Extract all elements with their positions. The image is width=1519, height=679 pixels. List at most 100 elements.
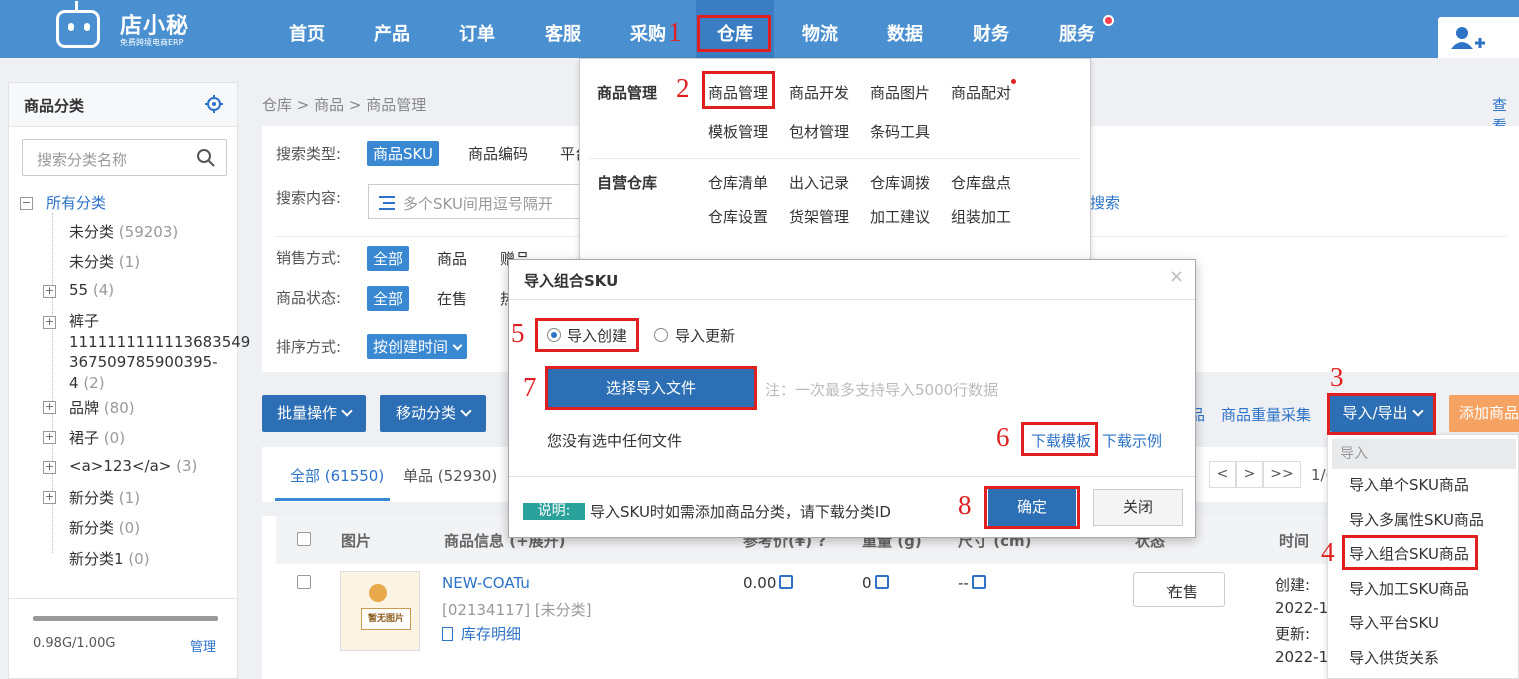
select-all-checkbox[interactable] xyxy=(297,532,311,546)
tree-item[interactable]: 新分类 (1) xyxy=(69,487,140,508)
size-cell: -- xyxy=(958,574,986,592)
pager-next[interactable]: > xyxy=(1236,461,1263,488)
weight-collect-link[interactable]: 商品重量采集 xyxy=(1221,404,1311,425)
nav-home[interactable]: 首页 xyxy=(270,0,344,58)
menu-warehouse-list[interactable]: 仓库清单 xyxy=(708,172,768,193)
expand-icon[interactable]: + xyxy=(43,401,56,414)
nav-orders[interactable]: 订单 xyxy=(440,0,514,58)
row-checkbox[interactable] xyxy=(297,575,311,589)
import-single-sku[interactable]: 导入单个SKU商品 xyxy=(1349,474,1469,495)
expand-icon[interactable]: + xyxy=(43,431,56,444)
radio-import-update[interactable] xyxy=(654,328,668,342)
sale-all[interactable]: 全部 xyxy=(367,246,410,271)
expand-icon[interactable]: + xyxy=(43,461,56,474)
created-label: 创建: xyxy=(1275,576,1311,594)
tree-item[interactable]: 55 (4) xyxy=(69,281,114,299)
tree-item[interactable]: 未分类 (1) xyxy=(69,251,140,272)
tab-active-indicator xyxy=(275,498,390,501)
menu-assembly[interactable]: 组装加工 xyxy=(951,206,1011,227)
menu-product-images[interactable]: 商品图片 xyxy=(870,82,930,103)
expand-icon[interactable]: + xyxy=(43,285,56,298)
logo[interactable]: 店小秘 免费跨境电商ERP xyxy=(56,1,236,52)
category-search-input[interactable]: 搜索分类名称 xyxy=(22,139,227,176)
no-file-text: 您没有选中任何文件 xyxy=(547,432,683,450)
search-type-sku[interactable]: 商品SKU xyxy=(367,141,439,166)
menu-packaging[interactable]: 包材管理 xyxy=(789,121,849,142)
expand-icon[interactable]: + xyxy=(43,316,56,329)
robot-logo-icon xyxy=(56,1,100,48)
import-supply-relation[interactable]: 导入供货关系 xyxy=(1349,647,1439,668)
tree-item[interactable]: 新分类1 (0) xyxy=(69,548,150,569)
step-number: 3 xyxy=(1330,362,1344,392)
search-content-label: 搜索内容: xyxy=(276,189,342,207)
dialog-divider xyxy=(509,476,1195,477)
import-multi-attr-sku[interactable]: 导入多属性SKU商品 xyxy=(1349,509,1484,530)
user-menu[interactable] xyxy=(1438,17,1519,58)
highlight-box xyxy=(535,318,639,352)
search-type-code[interactable]: 商品编码 xyxy=(462,141,534,166)
tab-all[interactable]: 全部 (61550) xyxy=(290,465,384,486)
close-icon[interactable]: × xyxy=(1169,266,1184,287)
expand-icon[interactable]: + xyxy=(43,491,56,504)
menu-warehouse-settings[interactable]: 仓库设置 xyxy=(708,206,768,227)
import-platform-sku[interactable]: 导入平台SKU xyxy=(1349,612,1439,633)
nav-finance[interactable]: 财务 xyxy=(954,0,1028,58)
menu-processing-advice[interactable]: 加工建议 xyxy=(870,206,930,227)
tree-root[interactable]: 所有分类 xyxy=(46,192,106,213)
menu-template[interactable]: 模板管理 xyxy=(708,121,768,142)
search-button[interactable]: 搜索 xyxy=(1090,192,1120,213)
import-processing-sku[interactable]: 导入加工SKU商品 xyxy=(1349,578,1469,599)
list-icon xyxy=(379,196,395,210)
close-button[interactable]: 关闭 xyxy=(1093,489,1183,526)
nav-data[interactable]: 数据 xyxy=(868,0,942,58)
stock-detail-link[interactable]: 库存明细 xyxy=(442,623,521,644)
tab-single[interactable]: 单品 (52930) xyxy=(403,465,497,486)
tree-item[interactable]: 裙子 (0) xyxy=(69,427,125,448)
storage-manage-link[interactable]: 管理 xyxy=(190,636,216,655)
tree-item[interactable]: 裤子 1111111111113683549 367509785900395- 4 (… xyxy=(69,311,250,393)
nav-products[interactable]: 产品 xyxy=(355,0,429,58)
storage-quota-label: 0.98G/1.00G xyxy=(33,636,116,651)
edit-icon[interactable] xyxy=(779,575,794,589)
pager-last[interactable]: >> xyxy=(1263,461,1301,488)
import-update-label: 导入更新 xyxy=(675,327,736,345)
breadcrumb: 仓库 > 商品 > 商品管理 xyxy=(262,96,427,114)
menu-product-dev[interactable]: 商品开发 xyxy=(789,82,849,103)
tree-item[interactable]: 新分类 (0) xyxy=(69,517,140,538)
highlight-box xyxy=(545,366,757,410)
highlight-box xyxy=(984,486,1080,529)
batch-actions-button[interactable]: 批量操作 xyxy=(262,395,366,432)
move-category-button[interactable]: 移动分类 xyxy=(380,395,486,432)
status-select[interactable]: 在售 xyxy=(1133,572,1225,607)
download-example-link[interactable]: 下载示例 xyxy=(1102,430,1162,451)
status-all[interactable]: 全部 xyxy=(367,286,410,311)
sale-product[interactable]: 商品 xyxy=(431,246,473,271)
add-product-button[interactable]: 添加商品 xyxy=(1449,395,1519,432)
nav-services[interactable]: 服务 xyxy=(1040,0,1114,58)
menu-barcode[interactable]: 条码工具 xyxy=(870,121,930,142)
tree-item[interactable]: 未分类 (59203) xyxy=(69,221,178,242)
step-number: 4 xyxy=(1321,537,1335,567)
explain-text: 导入SKU时如需添加商品分类，请下载分类ID xyxy=(590,503,891,521)
search-content-input[interactable]: 多个SKU间用逗号隔开 xyxy=(368,184,583,219)
status-onsale[interactable]: 在售 xyxy=(431,286,473,311)
menu-product-pairing[interactable]: 商品配对 xyxy=(951,82,1011,103)
edit-icon[interactable] xyxy=(874,575,889,589)
collapse-icon[interactable]: − xyxy=(20,197,33,210)
gear-icon[interactable] xyxy=(204,94,224,114)
th-time: 时间 xyxy=(1279,532,1310,550)
tree-item[interactable]: <a>123</a> (3) xyxy=(69,457,197,475)
tree-item[interactable]: 品牌 (80) xyxy=(69,397,135,418)
nav-logistics[interactable]: 物流 xyxy=(783,0,857,58)
nav-service[interactable]: 客服 xyxy=(526,0,600,58)
sort-select[interactable]: 按创建时间 xyxy=(367,334,468,359)
product-name-link[interactable]: NEW-COATu xyxy=(442,574,530,592)
edit-icon[interactable] xyxy=(971,575,986,589)
menu-transfer[interactable]: 仓库调拨 xyxy=(870,172,930,193)
search-icon[interactable] xyxy=(196,148,216,168)
menu-io-records[interactable]: 出入记录 xyxy=(789,172,849,193)
menu-stocktake[interactable]: 仓库盘点 xyxy=(951,172,1011,193)
pager-prev[interactable]: < xyxy=(1209,461,1236,488)
step-number: 1 xyxy=(668,17,682,47)
menu-shelf[interactable]: 货架管理 xyxy=(789,206,849,227)
